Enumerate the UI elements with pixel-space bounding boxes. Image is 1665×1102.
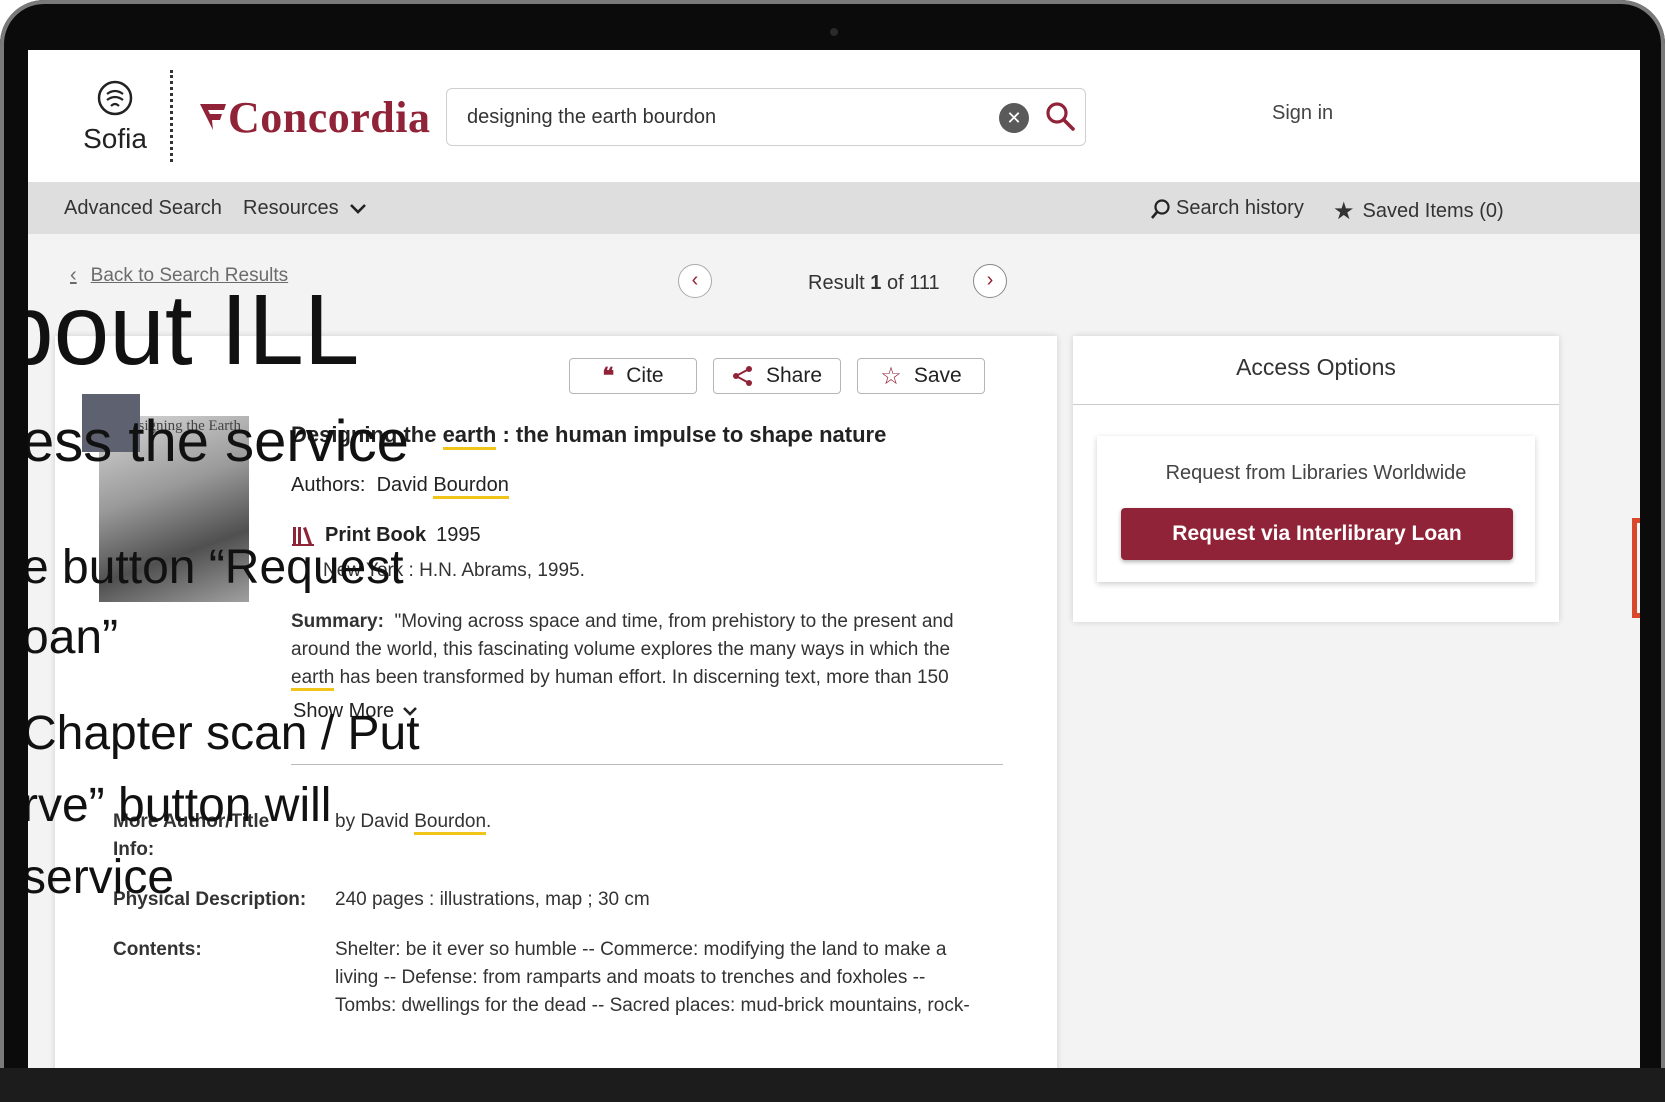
overlay-heading: bout ILL [28, 274, 360, 386]
highlight-frame [1632, 518, 1640, 618]
title-highlight: earth [442, 422, 497, 450]
advanced-search-link[interactable]: Advanced Search [64, 197, 222, 220]
brand-name: Concordia [228, 93, 431, 142]
save-button[interactable]: ☆ Save [857, 358, 985, 394]
resources-menu[interactable]: Resources [243, 197, 367, 220]
access-divider [1073, 404, 1559, 405]
access-option-subtitle: Request from Libraries Worldwide [1165, 462, 1467, 484]
more-info-highlight[interactable]: Bourdon [414, 811, 487, 835]
search-icon[interactable] [1043, 99, 1077, 135]
contents-line: Tombs: dwellings for the dead -- Sacred … [335, 995, 970, 1016]
result-prefix: Result [808, 272, 865, 294]
more-info-value: by David Bourdon. [335, 808, 995, 836]
overlay-line: service [28, 851, 175, 904]
request-ill-button[interactable]: Request via Interlibrary Loan [1121, 508, 1513, 560]
overlay-line: Chapter scan / Put [28, 707, 420, 760]
cite-label: Cite [626, 364, 664, 387]
author-first: David [376, 474, 434, 496]
quote-icon: ❝ [602, 363, 615, 388]
authors-row: Authors: David Bourdon [291, 474, 509, 499]
overlay-line: e button “Request [28, 541, 404, 594]
sofia-label: Sofia [83, 123, 147, 154]
contents-line: living -- Defense: from ramparts and moa… [335, 967, 926, 988]
cite-button[interactable]: ❝ Cite [569, 358, 697, 394]
saved-items-label: Saved Items (0) [1362, 200, 1504, 222]
camera [830, 28, 838, 36]
search-history-link[interactable]: Search history [1150, 197, 1304, 220]
contents-value: Shelter: be it ever so humble -- Commerc… [335, 936, 995, 1020]
more-info-text: by David [335, 811, 415, 832]
header: Sofia Concordia designing the earth bour… [28, 50, 1640, 182]
section-divider [291, 764, 1003, 765]
more-info-text: . [486, 811, 492, 832]
overlay-line: ess the service [28, 409, 409, 474]
overlay-line: oan” [28, 611, 119, 664]
search-history-label: Search history [1176, 197, 1304, 219]
advanced-search-label: Advanced Search [64, 197, 222, 219]
previous-result-button[interactable]: ‹ [678, 264, 712, 298]
contents-line: Shelter: be it ever so humble -- Commerc… [335, 939, 947, 960]
summary-highlight: earth [291, 667, 335, 691]
result-counter: Result 1 of 111 [808, 272, 940, 295]
summary: Summary: "Moving across space and time, … [291, 608, 971, 692]
resources-label: Resources [243, 197, 339, 219]
summary-text: "Moving across space and time, from preh… [394, 611, 954, 632]
share-button[interactable]: Share [713, 358, 841, 394]
logo-divider [170, 70, 173, 162]
sign-in-link[interactable]: Sign in [1272, 102, 1333, 125]
share-icon [732, 366, 752, 386]
access-option-card: Request from Libraries Worldwide Request… [1097, 436, 1535, 582]
next-result-button[interactable]: › [973, 264, 1007, 298]
save-label: Save [913, 364, 962, 387]
search-query[interactable]: designing the earth bourdon [467, 106, 716, 129]
chevron-down-icon [349, 203, 366, 214]
star-icon: ★ [1333, 198, 1355, 225]
title-part: : the human impulse to shape nature [496, 422, 887, 447]
star-outline-icon: ☆ [880, 362, 902, 390]
format-year: 1995 [436, 524, 481, 546]
authors-label: Authors: [291, 474, 366, 496]
concordia-shield-icon [200, 103, 226, 130]
contents-label: Contents: [113, 939, 202, 960]
author-last: Bourdon [433, 474, 509, 499]
overlay-line: rve” button will [28, 779, 332, 832]
author-link[interactable]: David Bourdon [377, 474, 509, 499]
nav-bar: Advanced Search Resources Search history… [28, 182, 1640, 234]
browser-screen: Sofia Concordia designing the earth bour… [28, 50, 1640, 1068]
result-suffix: of 111 [886, 272, 940, 294]
result-index: 1 [870, 272, 882, 294]
close-circle-icon[interactable]: ✕ [999, 103, 1029, 133]
access-options-title: Access Options [1236, 354, 1396, 380]
summary-text: around the world, this fascinating volum… [291, 639, 951, 660]
saved-items-link[interactable]: ★ Saved Items (0) [1333, 197, 1504, 226]
sofia-icon [97, 80, 133, 116]
access-options-panel: Access Options Request from Libraries Wo… [1073, 336, 1559, 622]
summary-label: Summary: [291, 611, 384, 632]
search-history-icon [1151, 198, 1170, 219]
device-bottom-bezel [0, 1068, 1665, 1102]
physical-description-value: 240 pages : illustrations, map ; 30 cm [335, 889, 650, 910]
share-label: Share [765, 364, 823, 387]
search-input[interactable]: designing the earth bourdon ✕ [446, 88, 1086, 146]
summary-text: has been transformed by human effort. In… [334, 667, 949, 688]
sofia-logo[interactable]: Sofia [80, 80, 150, 155]
concordia-logo[interactable]: Concordia [198, 92, 431, 143]
